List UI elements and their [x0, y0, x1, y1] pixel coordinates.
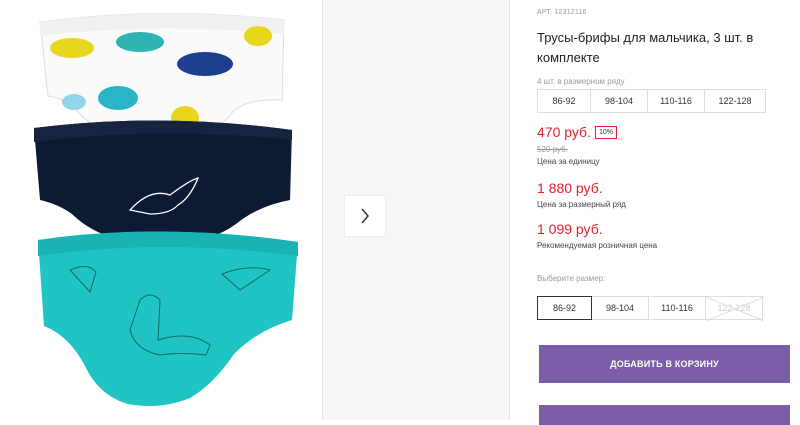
size-row-item: 110-116: [647, 89, 705, 113]
unavailable-cross-icon: [706, 297, 764, 321]
row-price-note: Цена за размерный ряд: [537, 200, 626, 209]
price: 470 руб.: [537, 124, 591, 140]
row-price: 1 880 руб.: [537, 180, 603, 196]
rrp-price: 1 099 руб.: [537, 221, 603, 237]
gallery-next-button[interactable]: [345, 196, 385, 236]
product-image[interactable]: [0, 0, 322, 420]
product-gallery: [0, 0, 510, 420]
size-option-110-116[interactable]: 110-116: [648, 296, 706, 320]
size-row-item: 122-128: [704, 89, 766, 113]
product-title: Трусы-брифы для мальчика, 3 шт. в компле…: [537, 30, 754, 65]
product-article: АРТ. 12312116: [537, 9, 587, 16]
size-row-item: 98-104: [590, 89, 648, 113]
old-price: 520 руб.: [537, 145, 568, 154]
size-option-86-92[interactable]: 86-92: [537, 296, 592, 320]
gallery-divider: [322, 0, 323, 420]
size-selector: 86-92 98-104 110-116 122-128: [537, 296, 764, 321]
choose-size-label: Выберите размер:: [537, 274, 606, 283]
chevron-right-icon: [361, 208, 369, 224]
size-option-122-128: 122-128: [705, 296, 764, 321]
rrp-note: Рекомендуемая розничная цена: [537, 241, 658, 250]
discount-badge: 10%: [594, 126, 617, 139]
unit-price-note: Цена за единицу: [537, 157, 600, 166]
add-to-cart-button[interactable]: ДОБАВИТЬ В КОРЗИНУ: [539, 345, 790, 383]
secondary-action-button[interactable]: [539, 405, 790, 425]
price-block: 470 руб. 10%: [537, 124, 617, 142]
size-row-list: 86-92 98-104 110-116 122-128: [537, 89, 766, 113]
size-row-item: 86-92: [537, 89, 591, 113]
gallery-divider: [509, 0, 510, 420]
size-option-98-104[interactable]: 98-104: [591, 296, 649, 320]
size-row-label: 4 шт. в размерном ряду: [537, 77, 625, 86]
